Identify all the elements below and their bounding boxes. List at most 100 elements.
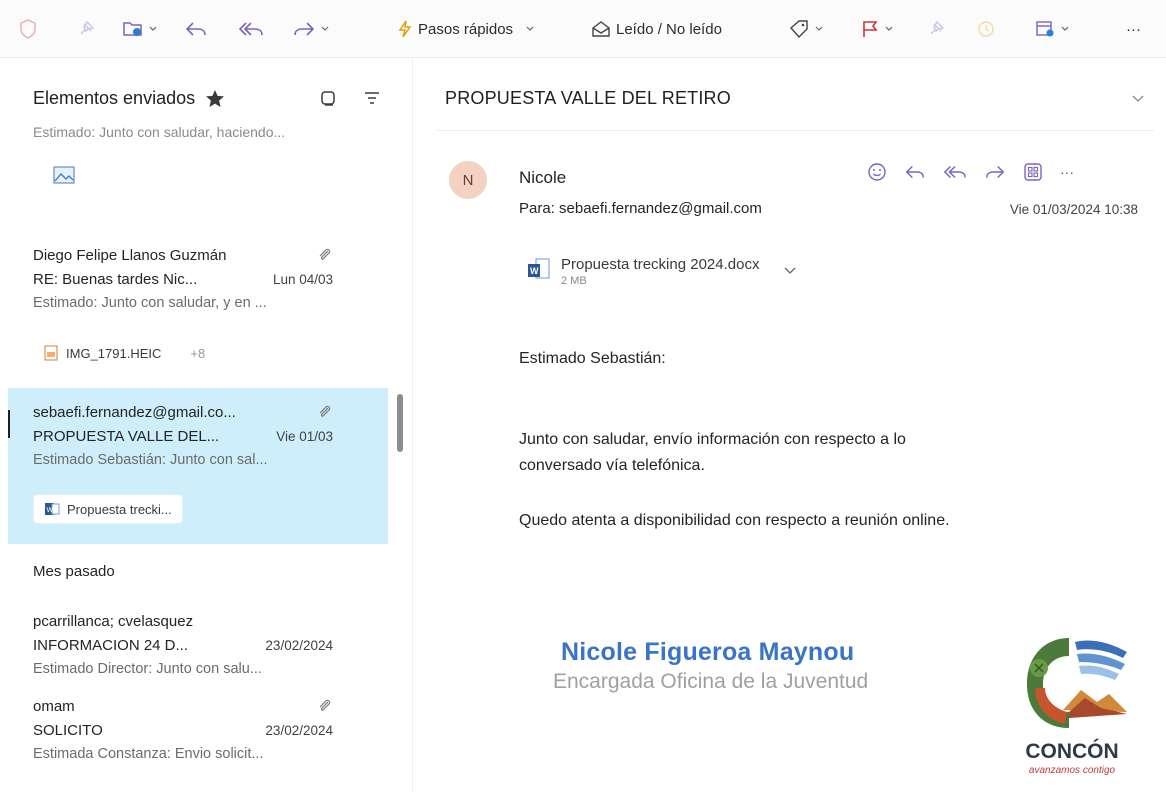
attachment-name: Propuesta trecking 2024.docx [561,256,760,273]
pin-icon[interactable] [76,15,96,43]
folder-title: Elementos enviados [33,88,225,109]
categorize-button[interactable] [788,15,824,43]
command-toolbar: Pasos rápidos Leído / No leído ··· [0,0,1166,58]
list-item[interactable]: pcarrillanca; cvelasquez INFORMACION 24 … [33,609,333,681]
concon-logo-graphic [1027,638,1127,728]
quick-steps-label: Pasos rápidos [418,20,514,38]
emoji-react-icon[interactable] [867,162,887,182]
message-subject: INFORMACION 24 D... [33,636,189,654]
filter-icon[interactable] [362,88,382,108]
forward-icon [294,22,315,36]
reading-pane: PROPUESTA VALLE DEL RETIRO N Nicole Para… [412,58,1166,792]
rules-button[interactable] [1034,15,1070,43]
reply-icon[interactable] [904,162,926,182]
message-date: 23/02/2024 [265,722,333,738]
avatar[interactable]: N [449,161,487,199]
list-item-selected[interactable]: sebaefi.fernandez@gmail.co... PROPUESTA … [33,400,333,472]
chevron-down-icon [526,26,534,31]
email-subject: PROPUESTA VALLE DEL RETIRO [445,88,731,108]
reply-icon [185,22,206,36]
message-list-pane: Elementos enviados Estimado: Junto con s… [0,58,408,792]
image-file-icon [44,345,58,361]
apps-grid-icon[interactable] [1023,162,1043,182]
message-subject: RE: Buenas tardes Nic... [33,270,198,288]
word-doc-icon: W [45,503,60,515]
envelope-open-icon [592,21,610,37]
chevron-down-icon [1061,26,1069,31]
message-sender: pcarrillanca; cvelasquez [33,612,194,630]
rules-icon [1036,21,1054,37]
message-subject: SOLICITO [33,721,103,739]
list-item[interactable]: omam SOLICITO 23/02/2024 Estimada Consta… [33,694,333,766]
chevron-down-icon[interactable] [783,266,797,276]
logo-tagline: avanzamos contigo [1028,765,1116,776]
lightning-icon [398,20,412,38]
message-actions: ··· [867,162,1074,182]
chevron-down-icon [815,26,823,31]
signature-name: Nicole Figueroa Maynou [561,638,855,666]
star-icon[interactable] [205,89,225,108]
message-preview: Estimado: Junto con saludar, y en ... [33,295,267,311]
sender-name[interactable]: Nicole [519,168,566,188]
read-unread-button[interactable]: Leído / No leído [590,15,722,43]
email-paragraph-line: conversado vía telefónica. [519,457,705,474]
message-sender: sebaefi.fernandez@gmail.co... [33,403,236,421]
folder-title-label: Elementos enviados [33,88,196,108]
message-preview: Estimado Director: Junto con salu... [33,661,262,677]
paperclip-icon [319,699,331,711]
header-divider [435,130,1155,131]
flag-button[interactable] [860,15,894,43]
truncated-preview: Estimado: Junto con saludar, haciendo... [33,124,286,140]
recipient-address[interactable]: sebaefi.fernandez@gmail.com [559,200,762,217]
email-paragraph-line: Junto con saludar, envío información con… [519,431,906,448]
move-to-folder-button[interactable] [122,15,158,43]
attachment-size: 2 MB [561,275,587,287]
forward-button[interactable] [292,15,330,43]
email-date: Vie 01/03/2024 10:38 [1009,202,1138,217]
list-item[interactable]: Diego Felipe Llanos Guzmán RE: Buenas ta… [33,243,333,315]
read-unread-label: Leído / No leído [616,20,722,38]
reply-all-button[interactable] [238,15,264,43]
reply-all-icon [238,22,263,36]
message-preview: Estimado Sebastián: Junto con sal... [33,452,268,468]
message-sender: omam [33,697,75,715]
section-header: Mes pasado [33,563,115,580]
folder-move-icon [123,22,142,36]
more-actions-button[interactable]: ··· [1060,164,1074,180]
flag-icon [863,21,878,37]
paperclip-icon [319,248,331,260]
message-preview: Estimada Constanza: Envio solicit... [33,746,264,762]
attachment-name: IMG_1791.HEIC [66,345,162,361]
more-options-button[interactable]: ··· [1126,15,1141,43]
pin-icon[interactable] [926,15,946,43]
attachment-card[interactable]: W Propuesta trecking 2024.docx 2 MB [527,256,797,287]
svg-text:W: W [47,507,54,514]
attachment-chip[interactable]: IMG_1791.HEIC +8 [33,338,215,368]
attachment-name: Propuesta trecki... [67,501,172,517]
email-greeting: Estimado Sebastián: [519,350,666,367]
snooze-icon[interactable] [976,15,996,43]
message-date: Vie 01/03 [276,428,333,444]
forward-icon[interactable] [984,162,1006,182]
message-subject: PROPUESTA VALLE DEL... [33,427,220,445]
tag-icon [790,20,808,39]
word-doc-icon: W [528,258,550,279]
chevron-down-icon[interactable] [1131,94,1145,104]
recipient-line: Para: sebaefi.fernandez@gmail.com [519,200,762,217]
svg-text:W: W [530,266,539,276]
to-label: Para: [519,200,555,217]
reply-button[interactable] [184,15,208,43]
reply-all-icon[interactable] [943,162,967,182]
attachment-chip[interactable]: W Propuesta trecki... [33,494,183,524]
organization-logo: CONCÓN avanzamos contigo [1005,628,1145,788]
quick-steps-button[interactable]: Pasos rápidos [396,15,535,43]
select-mode-icon[interactable] [318,88,338,108]
chevron-down-icon [149,26,157,31]
chevron-down-icon [885,26,893,31]
selection-indicator [8,410,10,438]
message-sender: Diego Felipe Llanos Guzmán [33,246,227,264]
message-date: 23/02/2024 [265,637,333,653]
logo-wordmark: CONCÓN [1025,740,1119,763]
shield-icon[interactable] [18,15,38,43]
list-scrollbar[interactable] [397,394,403,452]
